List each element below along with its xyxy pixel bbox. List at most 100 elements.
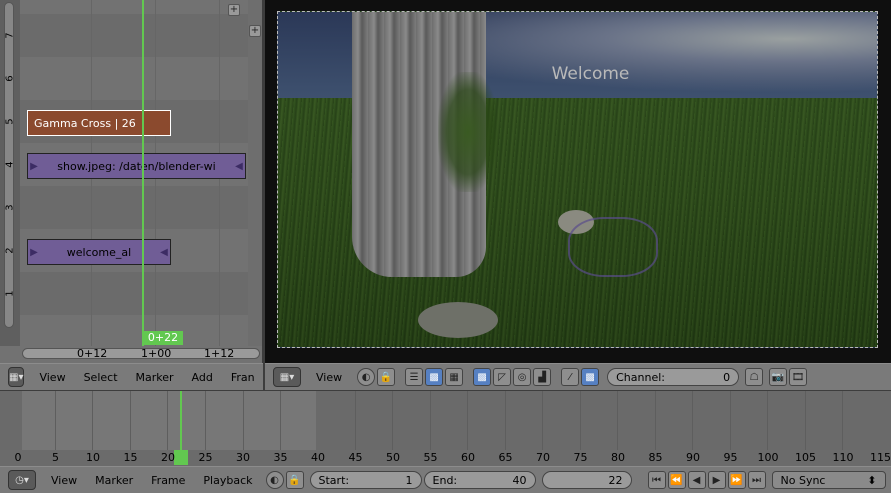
strip-handle-right-icon[interactable]: ◀ xyxy=(233,154,245,178)
editor-type-icon[interactable]: ▦▾ xyxy=(8,367,25,387)
strip-show-jpeg[interactable]: ▶ show.jpeg: /daten/blender-wi ◀ xyxy=(27,153,246,179)
menu-view[interactable]: View xyxy=(30,371,74,384)
ghost-icon[interactable]: ☖ xyxy=(745,368,764,386)
menu-frame[interactable]: Frame xyxy=(142,474,194,487)
current-frame-field[interactable]: 22 xyxy=(541,471,632,489)
waveform-icon[interactable]: ◸ xyxy=(493,368,512,386)
bicycle xyxy=(568,217,658,277)
channel-value: 0 xyxy=(723,370,731,384)
grid-line xyxy=(842,391,843,450)
channel-number: 2 xyxy=(4,247,16,254)
region-plus-icon[interactable]: + xyxy=(249,25,261,37)
menu-view[interactable]: View xyxy=(42,474,86,487)
play-icon[interactable]: ▶ xyxy=(707,471,726,489)
grid-line xyxy=(280,391,281,450)
frame-tick-label: 115 xyxy=(870,451,891,464)
frame-tick-label: 55 xyxy=(423,451,438,464)
editor-type-icon[interactable]: ▦▾ xyxy=(273,367,301,387)
sequencer-editor[interactable]: 7 6 5 4 3 2 1 + + Gamma Cross | 26 ▶ sho… xyxy=(0,0,262,363)
channel-ruler: 7 6 5 4 3 2 1 xyxy=(0,0,20,346)
channel-row xyxy=(20,186,248,229)
rock xyxy=(418,302,498,338)
frame-tick-label: 25 xyxy=(198,451,213,464)
end-frame-field[interactable]: End: 40 xyxy=(423,471,536,489)
menu-view[interactable]: View xyxy=(307,371,351,384)
grid-line xyxy=(167,391,168,450)
timeline-area[interactable] xyxy=(0,391,891,450)
time-tick: 1+12 xyxy=(204,347,235,360)
menu-playback[interactable]: Playback xyxy=(194,474,261,487)
channel-row xyxy=(20,272,248,315)
grid-line xyxy=(730,391,731,450)
strip-gamma-cross[interactable]: Gamma Cross | 26 xyxy=(27,110,171,136)
checker-icon[interactable]: ▩ xyxy=(581,368,600,386)
preview-range-icon[interactable]: ◐ xyxy=(265,471,284,489)
preview-view-icon[interactable]: ▩ xyxy=(425,368,444,386)
split-view-icon[interactable]: ▦ xyxy=(445,368,464,386)
strip-handle-right-icon[interactable]: ◀ xyxy=(158,240,170,264)
channel-field[interactable]: Channel: 0 xyxy=(607,368,740,386)
sequencer-right-margin xyxy=(248,0,262,346)
frame-tick-label: 105 xyxy=(795,451,816,464)
grid-line xyxy=(130,391,131,450)
menu-marker[interactable]: Marker xyxy=(127,371,183,384)
grid-line xyxy=(580,391,581,450)
grid-line xyxy=(692,391,693,450)
frame-tick-label: 30 xyxy=(236,451,250,464)
channel-number: 7 xyxy=(4,32,16,39)
preview-area[interactable]: Welcome xyxy=(265,0,891,363)
playhead-line[interactable] xyxy=(142,0,144,346)
channel-number: 4 xyxy=(4,161,16,168)
channel-row xyxy=(20,14,248,57)
frame-tick-label: 85 xyxy=(648,451,663,464)
lock-icon[interactable]: 🔒 xyxy=(377,368,396,386)
color-picker-icon[interactable]: ⁄ xyxy=(561,368,580,386)
strip-welcome[interactable]: ▶ welcome_al ◀ xyxy=(27,239,171,265)
grid-line xyxy=(55,391,56,450)
render-image-icon[interactable]: 📷 xyxy=(769,368,788,386)
grid-line xyxy=(617,391,618,450)
render-animation-icon[interactable]: 🎞 xyxy=(789,368,808,386)
next-keyframe-icon[interactable]: ⏩ xyxy=(727,471,746,489)
histogram-icon[interactable]: ▟ xyxy=(533,368,552,386)
vectorscope-icon[interactable]: ◎ xyxy=(513,368,532,386)
frame-tick-label: 70 xyxy=(536,451,550,464)
frame-tick-label: 0 xyxy=(14,451,22,464)
frame-tick-label: 90 xyxy=(686,451,700,464)
channel-number: 1 xyxy=(4,290,16,297)
sync-dropdown[interactable]: No Sync ⬍ xyxy=(771,471,886,489)
menu-select[interactable]: Select xyxy=(75,371,127,384)
region-plus-icon[interactable]: + xyxy=(228,4,240,16)
timeline-ruler[interactable]: 0 5 10 15 20 25 30 35 40 45 50 55 60 65 70 75 80 85 90 95 10… xyxy=(0,450,891,466)
editor-type-icon[interactable]: ◷▾ xyxy=(8,470,36,490)
play-reverse-icon[interactable]: ◀ xyxy=(687,471,706,489)
timeline-playhead[interactable] xyxy=(180,391,182,450)
time-tick: 0+12 xyxy=(77,347,108,360)
frame-tick-label: 15 xyxy=(123,451,138,464)
prev-keyframe-icon[interactable]: ⏪ xyxy=(667,471,686,489)
playhead-label: 0+22 xyxy=(143,331,183,345)
jump-end-icon[interactable]: ⏭ xyxy=(747,471,766,489)
frame-range xyxy=(22,391,316,450)
welcome-overlay-text: Welcome xyxy=(551,64,630,84)
end-value: 40 xyxy=(512,473,527,487)
frame-tick-label: 45 xyxy=(348,451,363,464)
time-ruler: 0+12 1+00 1+12 xyxy=(0,346,262,363)
strip-label: show.jpeg: /daten/blender-wi xyxy=(57,159,216,173)
menu-add[interactable]: Add xyxy=(183,371,222,384)
frame-tick-label: 75 xyxy=(573,451,588,464)
menu-frame[interactable]: Fran xyxy=(222,371,264,384)
start-frame-field[interactable]: Start: 1 xyxy=(309,471,422,489)
strip-handle-left-icon[interactable]: ▶ xyxy=(28,240,40,264)
current-frame-value: 22 xyxy=(608,473,623,487)
strip-handle-left-icon[interactable]: ▶ xyxy=(28,154,40,178)
image-mode-icon[interactable]: ▩ xyxy=(473,368,492,386)
sequencer-view-icon[interactable]: ☰ xyxy=(405,368,424,386)
jump-start-icon[interactable]: ⏮ xyxy=(647,471,666,489)
preview-header: ▦▾ View ◐ 🔒 ☰ ▩ ▦ ▩ ◸ ◎ ▟ ⁄ ▩ Channel: 0… xyxy=(265,363,891,390)
menu-marker[interactable]: Marker xyxy=(86,474,142,487)
channel-number: 5 xyxy=(4,118,16,125)
lock-icon[interactable]: 🔒 xyxy=(285,471,304,489)
display-mode-icon[interactable]: ◐ xyxy=(357,368,376,386)
preview-image: Welcome xyxy=(277,11,878,348)
